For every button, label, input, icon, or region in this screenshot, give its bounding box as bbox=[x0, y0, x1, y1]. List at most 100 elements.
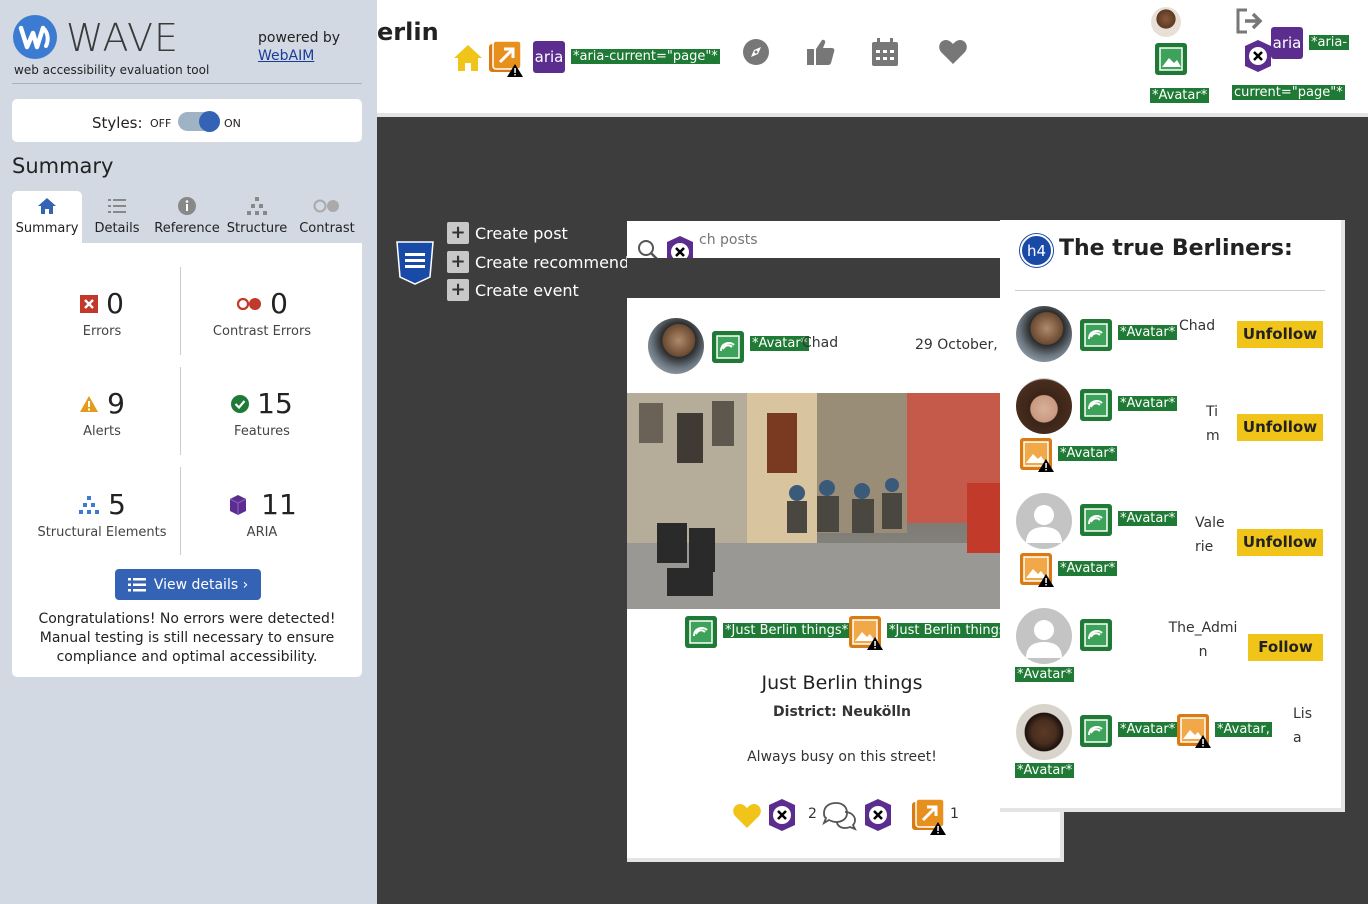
unfollow-button[interactable]: Unfollow bbox=[1237, 414, 1323, 441]
compass-icon[interactable] bbox=[741, 37, 771, 67]
user-name[interactable]: Chad bbox=[1179, 318, 1215, 334]
structural-count: 5 bbox=[108, 488, 126, 521]
toggle-knob bbox=[199, 111, 220, 132]
structure-icon bbox=[222, 191, 292, 221]
user-name[interactable]: Valerie bbox=[1195, 511, 1229, 559]
home-icon bbox=[12, 191, 82, 221]
post-author-avatar[interactable] bbox=[648, 318, 704, 374]
image-alt-icon bbox=[712, 331, 744, 363]
plus-icon: + bbox=[447, 251, 469, 273]
tab-reference[interactable]: Reference bbox=[152, 191, 222, 243]
redundant-link-icon bbox=[488, 40, 524, 78]
wave-subtitle: web accessibility evaluation tool bbox=[14, 63, 210, 77]
home-icon[interactable] bbox=[452, 43, 484, 73]
styles-label: Styles: bbox=[92, 114, 143, 132]
user-name[interactable]: The_Admin bbox=[1167, 616, 1239, 664]
contrast-errors-count: 0 bbox=[270, 287, 288, 320]
styles-on-label: ON bbox=[224, 117, 241, 130]
thumbs-up-icon[interactable] bbox=[806, 37, 836, 67]
user-avatar[interactable] bbox=[1016, 306, 1072, 362]
structure-icon bbox=[78, 495, 100, 515]
image-alt-icon bbox=[1080, 389, 1112, 421]
list-icon bbox=[82, 191, 152, 221]
unfollow-button[interactable]: Unfollow bbox=[1237, 321, 1323, 348]
search-bar bbox=[627, 221, 1000, 268]
create-post-link[interactable]: + Create post bbox=[447, 222, 568, 244]
alerts-count: 9 bbox=[107, 387, 125, 420]
user-avatar[interactable] bbox=[1016, 493, 1072, 549]
h4-icon: h4 bbox=[1020, 234, 1053, 267]
post-body: Always busy on this street! bbox=[747, 749, 937, 765]
post-author-name[interactable]: Chad bbox=[802, 335, 838, 351]
tab-contrast[interactable]: Contrast bbox=[292, 191, 362, 243]
user-name[interactable]: Tim bbox=[1206, 400, 1226, 448]
redundant-link-icon bbox=[911, 798, 947, 836]
search-input[interactable] bbox=[699, 229, 989, 251]
tab-structure-label: Structure bbox=[226, 221, 288, 236]
info-icon bbox=[152, 191, 222, 221]
errors-count: 0 bbox=[106, 287, 124, 320]
wave-sidebar: WAVE web accessibility evaluation tool p… bbox=[0, 0, 377, 904]
comments-count: 2 bbox=[808, 806, 817, 822]
avatar-alt-tag: *Avatar* bbox=[1118, 396, 1178, 411]
post-card: *Avatar* Chad 29 October, *Just Berlin t… bbox=[627, 298, 1064, 862]
create-event-link[interactable]: + Create event bbox=[447, 279, 579, 301]
plus-icon: + bbox=[447, 279, 469, 301]
calendar-icon[interactable] bbox=[871, 37, 899, 67]
aria-icon-label: aria bbox=[534, 48, 564, 66]
post-title: Just Berlin things bbox=[761, 672, 923, 694]
follow-button[interactable]: Follow bbox=[1248, 634, 1323, 661]
aria-hidden-icon bbox=[765, 798, 799, 832]
profile-avatar[interactable] bbox=[1151, 7, 1181, 37]
berliners-heading: The true Berliners: bbox=[1059, 236, 1293, 261]
avatar-alt-tag: *Avatar, bbox=[1215, 722, 1272, 737]
user-avatar[interactable] bbox=[1016, 378, 1072, 434]
tab-summary[interactable]: Summary bbox=[12, 191, 82, 243]
aria-label: ARIA bbox=[246, 525, 278, 540]
contrast-icon bbox=[292, 191, 362, 221]
tab-details[interactable]: Details bbox=[82, 191, 152, 243]
image-alt-icon bbox=[685, 616, 717, 648]
stat-aria: 11 ARIA bbox=[172, 488, 352, 540]
like-heart-icon[interactable] bbox=[732, 803, 762, 829]
user-avatar[interactable] bbox=[1016, 704, 1072, 760]
post-date: 29 October, bbox=[915, 337, 998, 353]
powered-by-label: powered by bbox=[258, 30, 341, 46]
structural-label: Structural Elements bbox=[37, 525, 167, 540]
aria-icon-label: aria bbox=[1272, 34, 1302, 52]
list-item: The_Admin Follow *Avatar* bbox=[1000, 606, 1341, 686]
stat-structural: 5 Structural Elements bbox=[12, 488, 192, 540]
logout-icon[interactable] bbox=[1235, 8, 1265, 34]
errors-label: Errors bbox=[82, 324, 122, 339]
stat-contrast-errors: 0 Contrast Errors bbox=[172, 287, 352, 339]
alerts-label: Alerts bbox=[83, 424, 121, 439]
tab-reference-label: Reference bbox=[154, 221, 220, 236]
image-alt-icon bbox=[1080, 619, 1112, 651]
avatar-alt-tag: *Avatar* bbox=[1058, 446, 1118, 461]
h4-icon-label: h4 bbox=[1026, 241, 1047, 260]
unfollow-button[interactable]: Unfollow bbox=[1237, 529, 1323, 556]
comment-icon[interactable] bbox=[821, 801, 857, 831]
aria-cube-icon bbox=[227, 494, 249, 516]
webaim-link[interactable]: WebAIM bbox=[258, 48, 314, 64]
avatar-alt-tag: *Avatar* bbox=[1118, 325, 1178, 340]
contrast-errors-label: Contrast Errors bbox=[212, 324, 312, 339]
post-district: District: Neukölln bbox=[773, 704, 911, 720]
tab-structure[interactable]: Structure bbox=[222, 191, 292, 243]
view-details-button[interactable]: View details › bbox=[115, 569, 261, 600]
aria-current-tag-part1: *aria- bbox=[1309, 35, 1350, 50]
features-label: Features bbox=[234, 424, 290, 439]
list-item: *Avatar* Valerie Unfollow *Avatar* bbox=[1000, 491, 1341, 591]
divider bbox=[12, 83, 362, 84]
styles-toggle[interactable] bbox=[178, 111, 220, 132]
suspicious-alt-icon bbox=[1019, 437, 1055, 473]
create-event-label: Create event bbox=[475, 280, 579, 300]
aria-current-tag-part2: current="page"* bbox=[1232, 85, 1345, 100]
user-name[interactable]: Lisa bbox=[1293, 702, 1313, 750]
create-post-label: Create post bbox=[475, 223, 568, 243]
list-item: *Avatar* *Avatar, Lisa *Avatar* bbox=[1000, 702, 1341, 802]
avatar-alt-tag: *Avatar* bbox=[1015, 667, 1075, 682]
brand-logo-text[interactable]: erlin bbox=[377, 18, 439, 46]
heart-icon[interactable] bbox=[938, 39, 968, 65]
user-avatar[interactable] bbox=[1016, 608, 1072, 664]
